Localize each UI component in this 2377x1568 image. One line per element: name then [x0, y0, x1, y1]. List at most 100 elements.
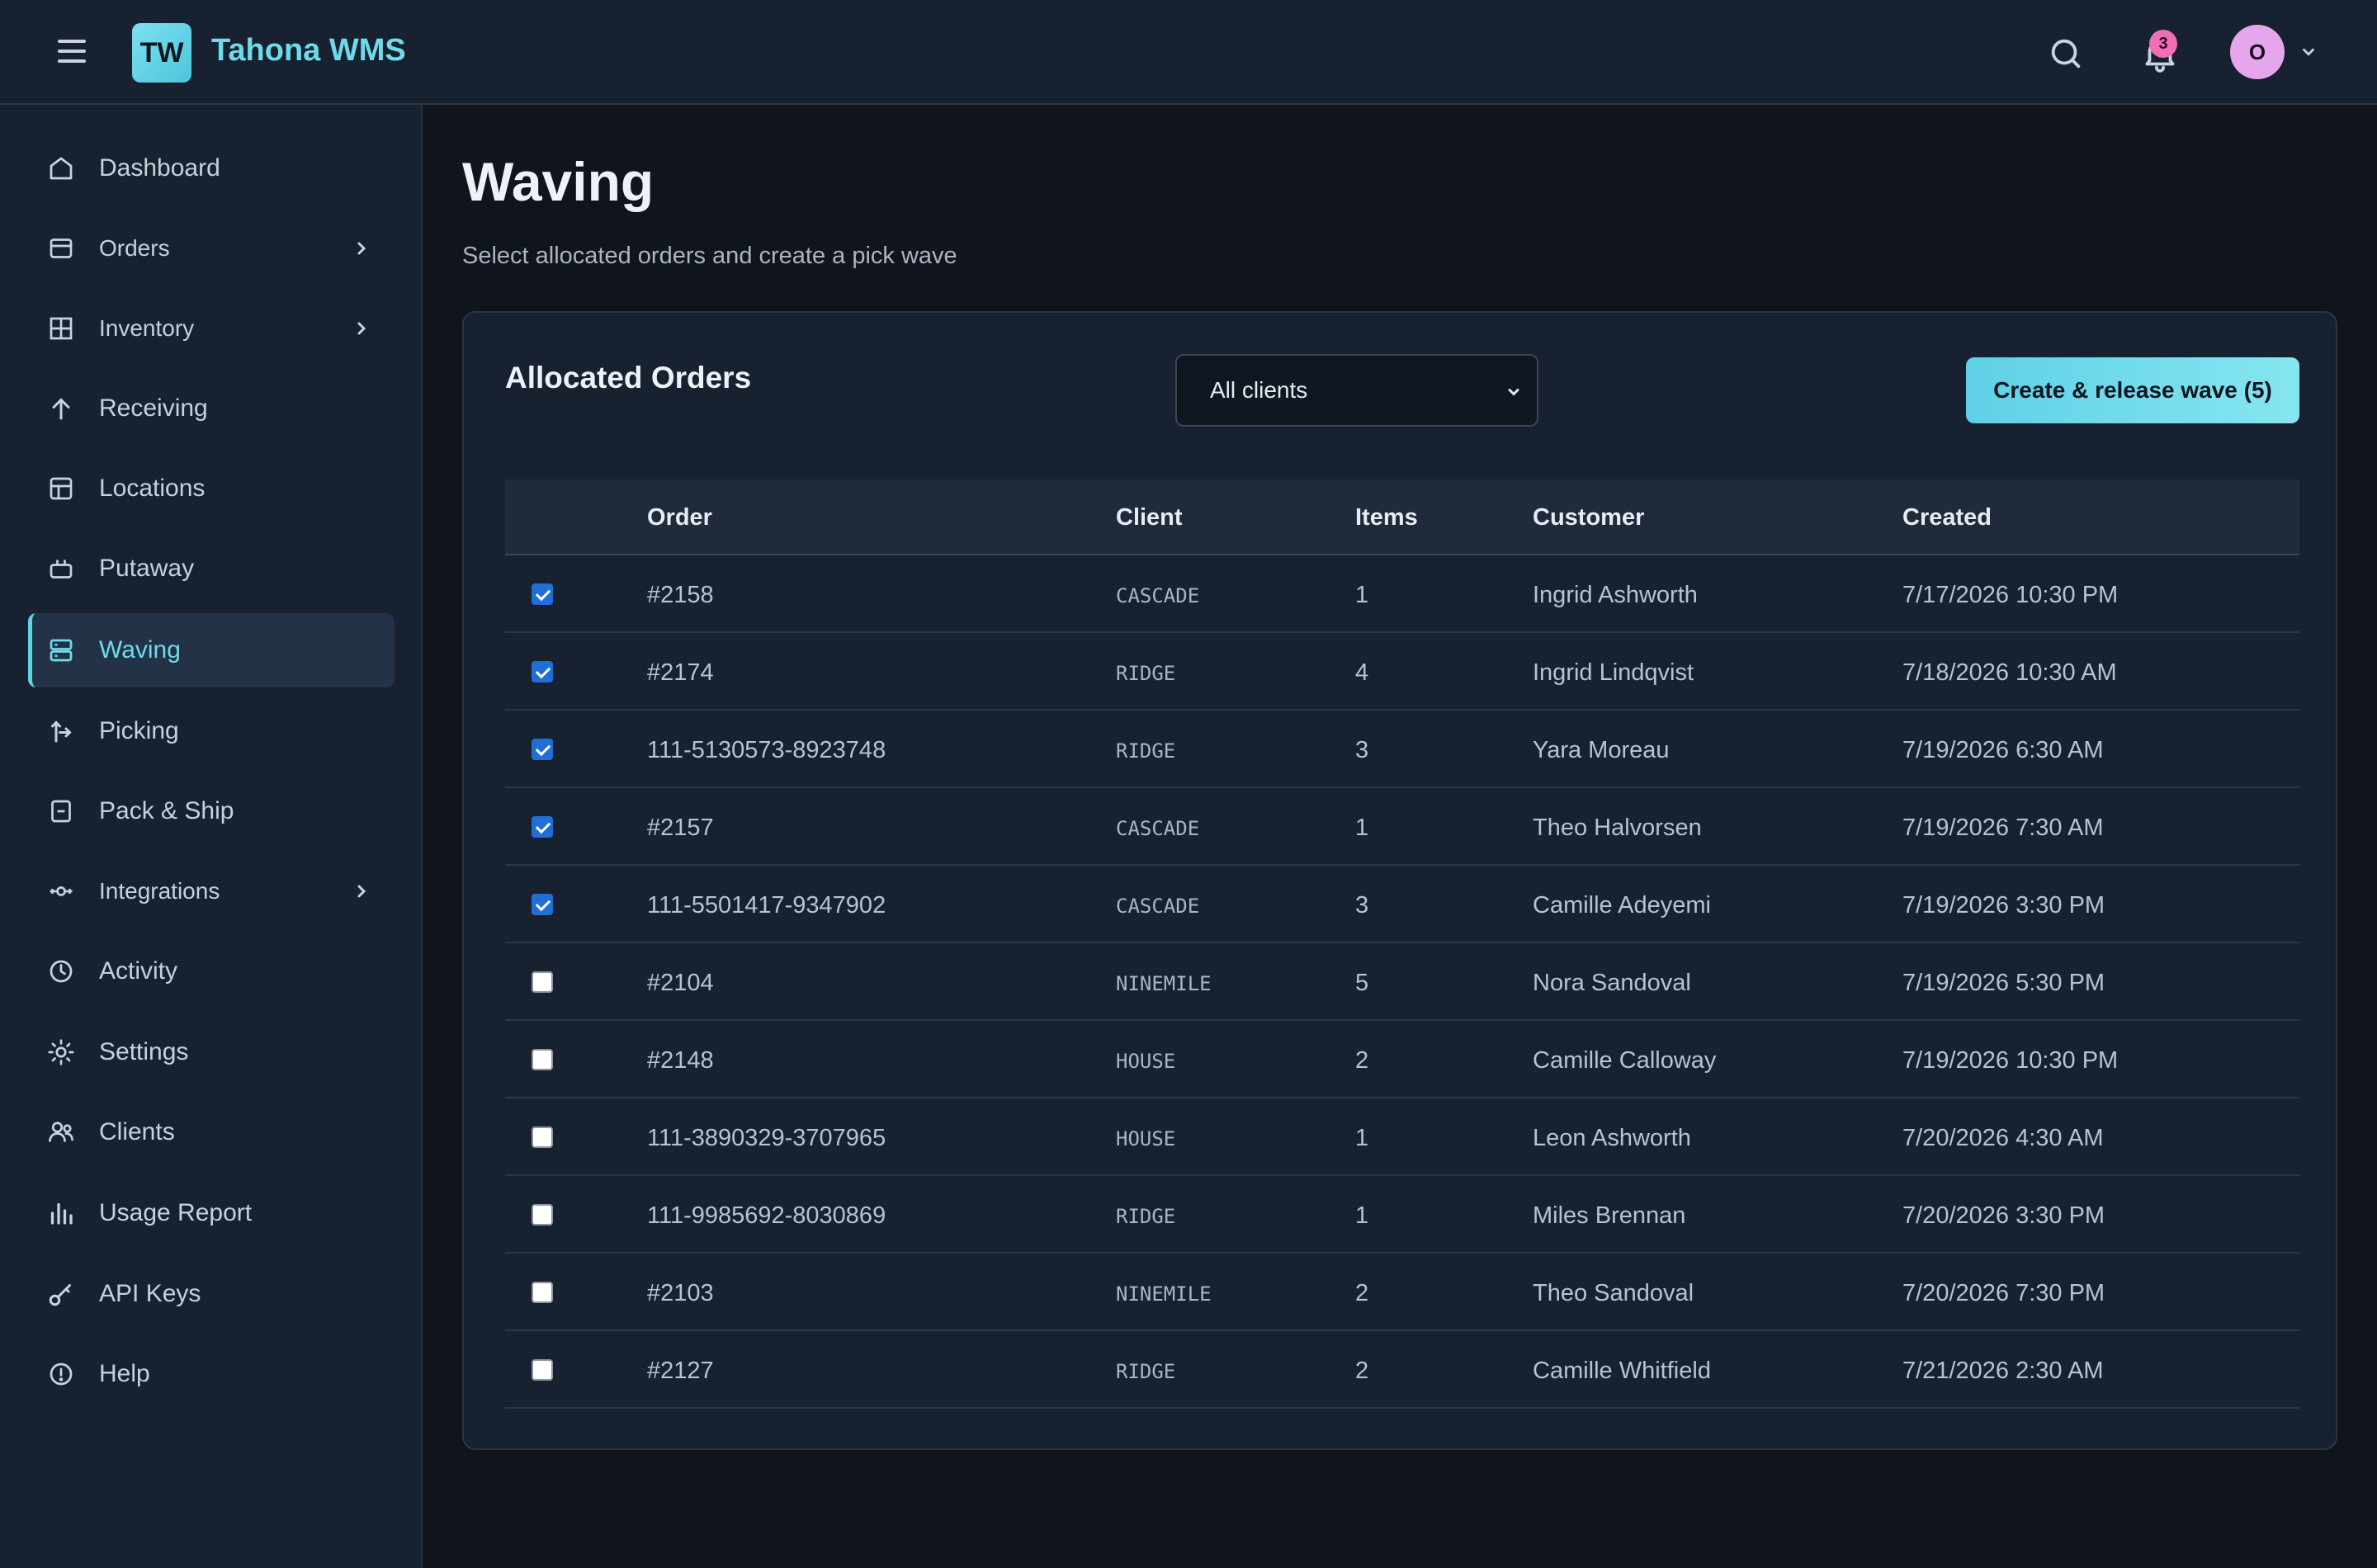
client-code: NINEMILE — [1116, 972, 1212, 995]
sidebar-item-integrations[interactable]: Integrations — [28, 854, 395, 928]
sidebar-item-label: Locations — [99, 475, 206, 502]
sidebar-item-label: Settings — [99, 1038, 189, 1065]
order-number: #2127 — [647, 1358, 714, 1384]
order-number: 111-5501417-9347902 — [647, 892, 886, 919]
search-icon[interactable] — [2047, 35, 2085, 73]
table-row[interactable]: #2157 CASCADE 1 Theo Halvorsen 7/19/2026 7:3… — [505, 788, 2299, 866]
created-date: 7/17/2026 10:30 PM — [1902, 582, 2119, 608]
menu-icon[interactable] — [58, 40, 86, 64]
sidebar-item-label: Pack & Ship — [99, 797, 234, 824]
app-logo: TW — [132, 23, 191, 83]
row-checkbox[interactable] — [532, 661, 553, 682]
client-code: RIDGE — [1116, 662, 1176, 685]
bar-chart-icon — [46, 1198, 76, 1228]
table-row[interactable]: #2148 HOUSE 2 Camille Calloway 7/19/2026 10:… — [505, 1021, 2299, 1098]
sidebar-item-label: Clients — [99, 1118, 175, 1145]
avatar[interactable]: O — [2230, 25, 2285, 79]
column-header-client[interactable]: Client — [1116, 504, 1183, 531]
order-number: #2174 — [647, 659, 714, 686]
layout-icon — [46, 474, 76, 503]
table-row[interactable]: #2158 CASCADE 1 Ingrid Ashworth 7/17/2026 10… — [505, 555, 2299, 633]
sidebar-item-inventory[interactable]: Inventory — [28, 291, 395, 366]
order-number: #2148 — [647, 1047, 714, 1074]
sidebar-item-label: Picking — [99, 717, 179, 744]
sidebar-item-receiving[interactable]: Receiving — [28, 371, 395, 446]
plug-icon — [46, 876, 76, 906]
sidebar-item-putaway[interactable]: Putaway — [28, 531, 395, 606]
created-date: 7/20/2026 7:30 PM — [1902, 1280, 2105, 1306]
item-count: 2 — [1355, 1047, 1369, 1074]
table-body: #2158 CASCADE 1 Ingrid Ashworth 7/17/2026 10… — [505, 555, 2299, 1409]
table-row[interactable]: #2103 NINEMILE 2 Theo Sandoval 7/20/2026 7:3… — [505, 1254, 2299, 1331]
table-row[interactable]: 111-5130573-8923748 RIDGE 3 Yara Moreau 7/19… — [505, 711, 2299, 788]
sidebar-item-usage-report[interactable]: Usage Report — [28, 1176, 395, 1250]
item-count: 2 — [1355, 1280, 1369, 1306]
sidebar-item-waving[interactable]: Waving — [28, 613, 395, 687]
top-bar: TW Tahona WMS 3 O — [0, 0, 2377, 105]
sidebar-item-help[interactable]: Help — [28, 1337, 395, 1411]
sidebar-item-orders[interactable]: Orders — [28, 211, 395, 286]
orders-table: Order Client Items Customer Created #215… — [505, 479, 2299, 1409]
sidebar-item-pack-ship[interactable]: Pack & Ship — [28, 774, 395, 848]
created-date: 7/19/2026 3:30 PM — [1902, 892, 2105, 919]
created-date: 7/20/2026 4:30 AM — [1902, 1125, 2104, 1151]
row-checkbox[interactable] — [532, 894, 553, 915]
row-checkbox[interactable] — [532, 1204, 553, 1226]
page-title: Waving — [462, 151, 655, 212]
created-date: 7/19/2026 10:30 PM — [1902, 1047, 2119, 1074]
page-subtitle: Select allocated orders and create a pic… — [462, 243, 957, 269]
column-header-customer[interactable]: Customer — [1533, 504, 1644, 531]
client-filter-select[interactable]: All clients — [1175, 354, 1538, 427]
row-checkbox[interactable] — [532, 816, 553, 838]
tray-icon — [46, 554, 76, 583]
sidebar-item-locations[interactable]: Locations — [28, 451, 395, 526]
sidebar-item-dashboard[interactable]: Dashboard — [28, 131, 395, 205]
row-checkbox[interactable] — [532, 1126, 553, 1148]
server-icon — [46, 635, 76, 665]
sidebar-item-api-keys[interactable]: API Keys — [28, 1257, 395, 1331]
item-count: 1 — [1355, 1125, 1369, 1151]
client-code: CASCADE — [1116, 895, 1200, 918]
created-date: 7/18/2026 10:30 AM — [1902, 659, 2117, 686]
order-number: #2103 — [647, 1280, 714, 1306]
column-header-order[interactable]: Order — [647, 504, 712, 531]
order-number: 111-3890329-3707965 — [647, 1125, 886, 1151]
table-row[interactable]: #2104 NINEMILE 5 Nora Sandoval 7/19/2026 5:3… — [505, 943, 2299, 1021]
row-checkbox[interactable] — [532, 583, 553, 605]
chevron-down-icon[interactable] — [2299, 43, 2318, 61]
sidebar-item-activity[interactable]: Activity — [28, 934, 395, 1008]
item-count: 1 — [1355, 582, 1369, 608]
customer-name: Miles Brennan — [1533, 1202, 1686, 1229]
sidebar-item-label: Receiving — [99, 394, 208, 422]
table-row[interactable]: 111-3890329-3707965 HOUSE 1 Leon Ashworth 7/… — [505, 1098, 2299, 1176]
row-checkbox[interactable] — [532, 1359, 553, 1381]
item-count: 3 — [1355, 737, 1369, 763]
row-checkbox[interactable] — [532, 1282, 553, 1303]
sidebar-item-clients[interactable]: Clients — [28, 1095, 395, 1169]
create-release-wave-button[interactable]: Create & release wave (5) — [1966, 357, 2299, 423]
sidebar-item-label: Dashboard — [99, 154, 220, 182]
column-header-items[interactable]: Items — [1355, 504, 1418, 531]
app-title[interactable]: Tahona WMS — [211, 33, 406, 68]
row-checkbox[interactable] — [532, 1049, 553, 1070]
created-date: 7/19/2026 5:30 PM — [1902, 970, 2105, 996]
sidebar-item-picking[interactable]: Picking — [28, 694, 395, 768]
column-header-created[interactable]: Created — [1902, 504, 1992, 531]
item-count: 3 — [1355, 892, 1369, 919]
row-checkbox[interactable] — [532, 971, 553, 993]
created-date: 7/19/2026 7:30 AM — [1902, 815, 2104, 841]
item-count: 1 — [1355, 815, 1369, 841]
sidebar-item-label: Integrations — [99, 878, 220, 904]
client-code: HOUSE — [1116, 1050, 1176, 1073]
table-row[interactable]: 111-5501417-9347902 CASCADE 3 Camille Adeye… — [505, 866, 2299, 943]
grid-icon — [46, 314, 76, 343]
table-row[interactable]: #2127 RIDGE 2 Camille Whitfield 7/21/2026 2:… — [505, 1331, 2299, 1409]
customer-name: Camille Whitfield — [1533, 1358, 1711, 1384]
sidebar-item-settings[interactable]: Settings — [28, 1015, 395, 1089]
order-number: #2104 — [647, 970, 714, 996]
sidebar: Dashboard Orders Inventory Receiving Loc… — [0, 105, 423, 1568]
table-row[interactable]: 111-9985692-8030869 RIDGE 1 Miles Brennan 7/… — [505, 1176, 2299, 1254]
row-checkbox[interactable] — [532, 739, 553, 760]
table-header: Order Client Items Customer Created — [505, 479, 2299, 555]
table-row[interactable]: #2174 RIDGE 4 Ingrid Lindqvist 7/18/2026 10:… — [505, 633, 2299, 711]
